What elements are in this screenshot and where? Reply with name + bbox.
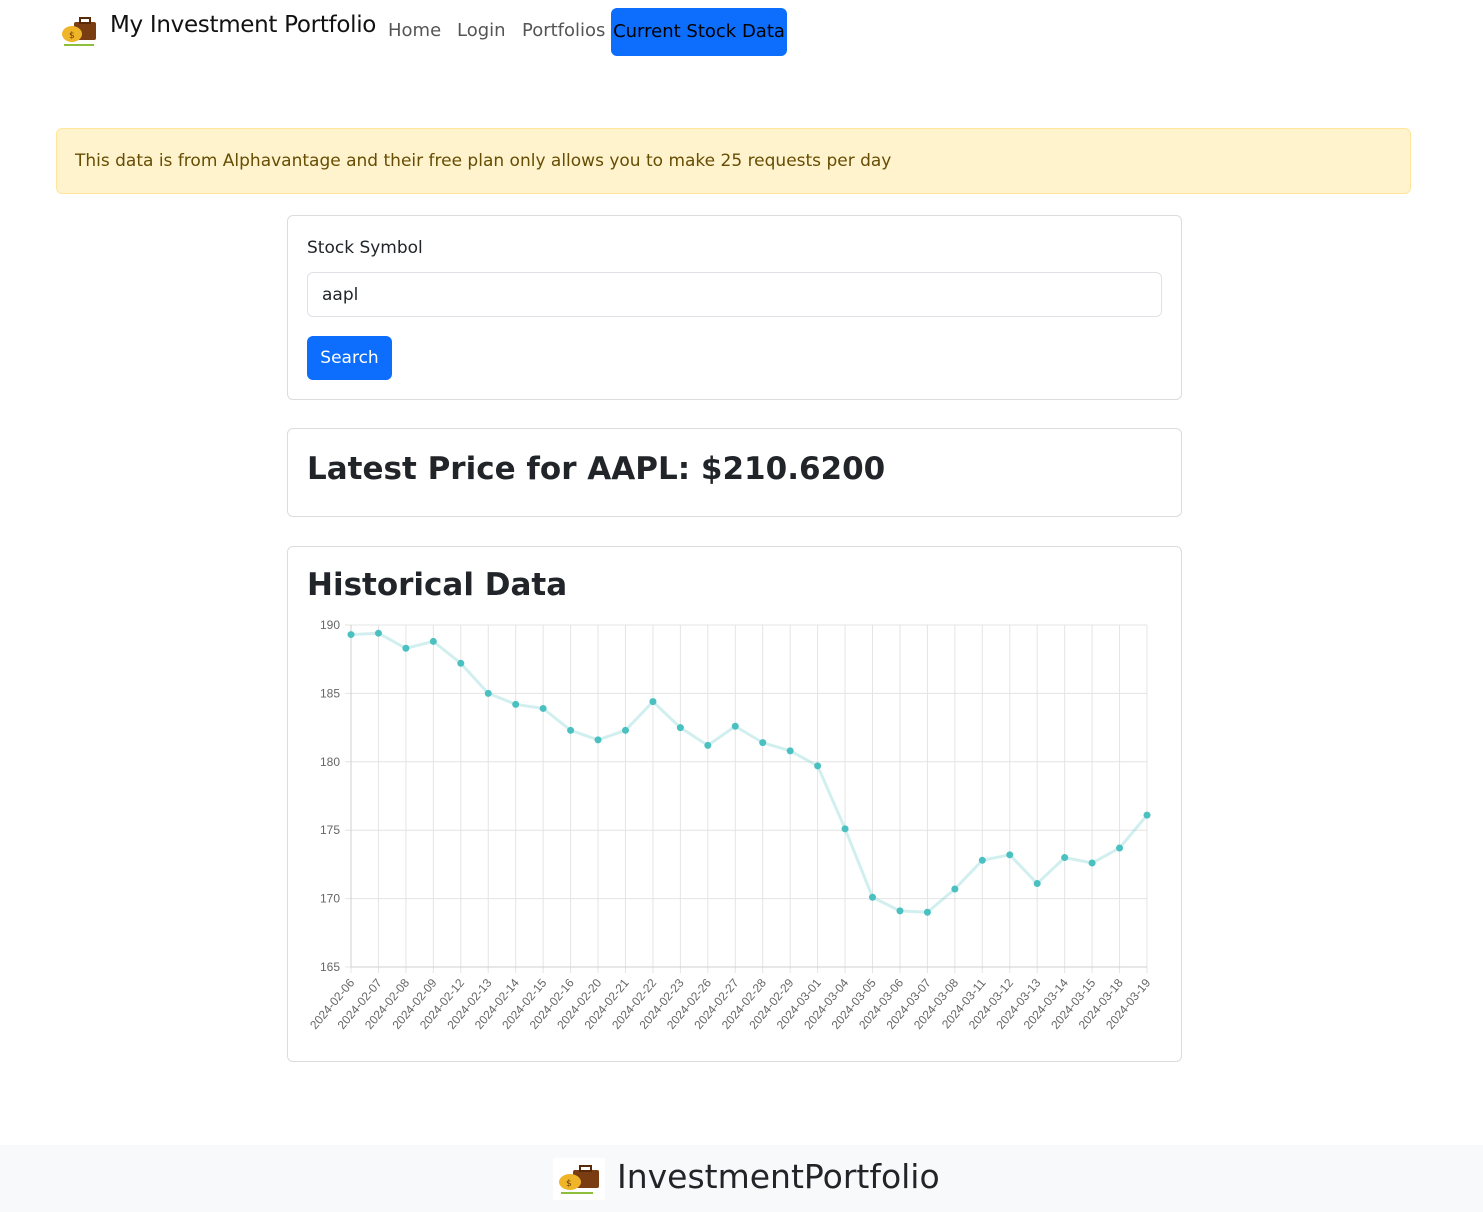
data-point [814, 762, 822, 770]
data-point [731, 722, 739, 730]
data-point [539, 704, 547, 712]
footer-brand: InvestmentPortfolio [617, 1157, 940, 1196]
series-line [350, 631, 1149, 914]
data-point [429, 637, 437, 645]
data-point [347, 631, 355, 639]
alert-text: This data is from Alphavantage and their… [75, 151, 892, 171]
data-point [869, 893, 877, 901]
data-point [1006, 851, 1014, 859]
latest-price-heading: Latest Price for AAPL: $210.6200 [307, 451, 886, 487]
data-point [923, 908, 931, 916]
data-point [676, 724, 684, 732]
data-point [978, 856, 986, 864]
historical-line-chart: 1651701751801851902024-02-062024-02-0720… [307, 618, 1153, 1032]
nav-login[interactable]: Login [457, 20, 506, 41]
stock-symbol-label: Stock Symbol [307, 238, 423, 258]
data-point [621, 726, 629, 734]
data-point [567, 726, 575, 734]
y-tick-label: 180 [320, 755, 340, 769]
data-point [594, 736, 602, 744]
nav-current-stock-data[interactable]: Current Stock Data [611, 8, 787, 56]
y-tick-label: 190 [320, 618, 340, 632]
data-point [1143, 811, 1151, 819]
navbar: $ My Investment Portfolio Home Login Por… [0, 0, 1483, 64]
data-point [1033, 880, 1041, 888]
data-point [786, 747, 794, 755]
nav-portfolios[interactable]: Portfolios [522, 20, 605, 41]
data-point [649, 698, 657, 706]
data-point [896, 907, 904, 915]
data-point [484, 689, 492, 697]
data-point [512, 700, 520, 708]
search-card: Stock Symbol Search [287, 215, 1182, 400]
data-point [402, 644, 410, 652]
svg-text:$: $ [566, 1179, 572, 1189]
historical-data-card: Historical Data 165 170 175 180 185 190 2024-0… [287, 546, 1182, 1062]
nav-home[interactable]: Home [388, 20, 441, 41]
search-button[interactable]: Search [307, 336, 392, 380]
data-point [457, 659, 465, 667]
data-point [951, 885, 959, 893]
data-point [704, 741, 712, 749]
y-tick-label: 165 [320, 960, 340, 974]
y-tick-label: 175 [320, 823, 340, 837]
y-tick-label: 185 [320, 686, 340, 700]
data-point [374, 629, 382, 637]
y-tick-label: 170 [320, 892, 340, 906]
rate-limit-alert: This data is from Alphavantage and their… [56, 128, 1411, 194]
latest-price-card: Latest Price for AAPL: $210.6200 [287, 428, 1182, 517]
stock-symbol-input[interactable] [307, 272, 1162, 317]
data-point [841, 825, 849, 833]
svg-text:$: $ [69, 31, 75, 41]
brand-title[interactable]: My Investment Portfolio [110, 12, 376, 38]
data-point [1061, 854, 1069, 862]
briefcase-money-logo-icon[interactable]: $ [60, 14, 98, 48]
data-point [1116, 844, 1124, 852]
data-point [1088, 859, 1096, 867]
data-point [759, 739, 767, 747]
briefcase-money-footer-logo-icon: $ [553, 1158, 605, 1200]
footer: $ InvestmentPortfolio [0, 1145, 1483, 1212]
